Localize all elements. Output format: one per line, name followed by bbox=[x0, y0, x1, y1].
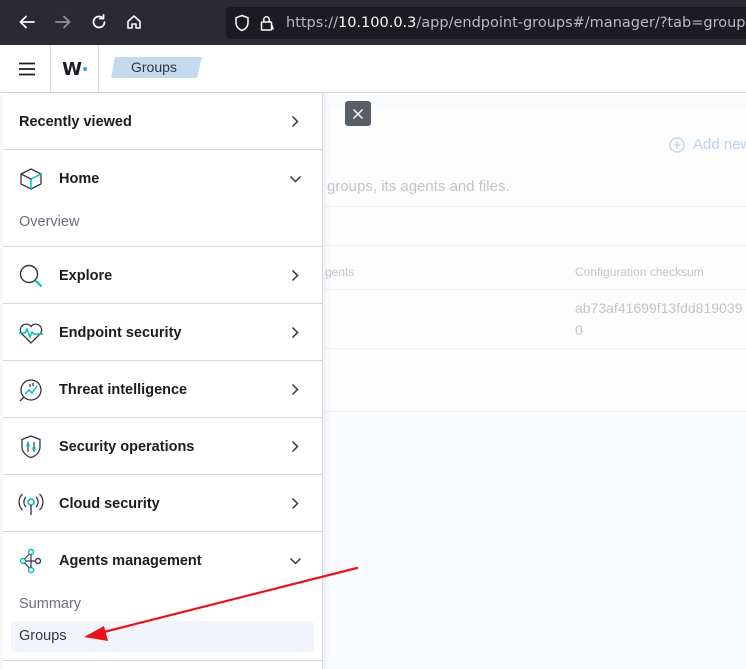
shield-sliders-icon bbox=[17, 433, 45, 461]
chevron-right-icon bbox=[288, 383, 302, 397]
shield-icon bbox=[235, 14, 249, 32]
nav-item-threat-intelligence[interactable]: Threat intelligence bbox=[3, 361, 322, 418]
nav-item-security-operations[interactable]: Security operations bbox=[3, 418, 322, 475]
close-nav-button[interactable] bbox=[345, 101, 371, 126]
add-new-button[interactable]: Add new bbox=[669, 136, 746, 153]
agents-network-icon bbox=[17, 547, 45, 575]
nav-item-label: Agents management bbox=[59, 552, 202, 569]
nav-subitem-groups[interactable]: Groups bbox=[11, 621, 314, 652]
logo-text: W bbox=[62, 58, 82, 80]
nav-item-recently-viewed[interactable]: Recently viewed bbox=[3, 93, 322, 150]
chevron-right-icon bbox=[288, 115, 302, 129]
nav-item-label: Cloud security bbox=[59, 495, 160, 512]
divider bbox=[322, 289, 746, 290]
hamburger-icon bbox=[18, 62, 35, 76]
groups-panel bbox=[322, 108, 746, 411]
nav-item-endpoint-security[interactable]: Endpoint security bbox=[3, 304, 322, 361]
column-header-checksum: Configuration checksum bbox=[575, 265, 704, 279]
nav-section-cloud-security: Cloud security bbox=[3, 475, 322, 532]
nav-section-security-operations: Security operations bbox=[3, 418, 322, 475]
chevron-right-icon bbox=[288, 326, 302, 340]
nav-flyout: Recently viewed Home Overview Explore En… bbox=[3, 93, 323, 669]
nav-item-label: Endpoint security bbox=[59, 324, 182, 341]
divider bbox=[322, 245, 746, 246]
reload-icon bbox=[92, 14, 106, 29]
nav-item-label: Explore bbox=[59, 267, 113, 284]
chevron-down-icon bbox=[288, 172, 302, 186]
divider bbox=[322, 206, 746, 207]
nav-subitem-overview[interactable]: Overview bbox=[19, 214, 79, 230]
agents-count-value: 0 bbox=[575, 322, 583, 338]
close-icon bbox=[353, 108, 363, 119]
chevron-right-icon bbox=[288, 440, 302, 454]
nav-subitem-label: Groups bbox=[19, 628, 67, 644]
forward-button[interactable] bbox=[50, 9, 76, 35]
url-text: https://10.100.0.3/app/endpoint-groups#/… bbox=[286, 15, 746, 31]
arrow-left-icon bbox=[19, 15, 35, 29]
breadcrumb-label: Groups bbox=[131, 59, 177, 75]
nav-section-threat-intelligence: Threat intelligence bbox=[3, 361, 322, 418]
nav-section-recently-viewed: Recently viewed bbox=[3, 93, 322, 150]
lock-warning-icon bbox=[260, 16, 274, 31]
reload-button[interactable] bbox=[86, 9, 112, 35]
nav-section-agents-management: Agents management Summary Groups bbox=[3, 532, 322, 661]
url-bar[interactable]: https://10.100.0.3/app/endpoint-groups#/… bbox=[226, 7, 746, 39]
url-prefix: https:// bbox=[286, 15, 338, 31]
nav-section-endpoint-security: Endpoint security bbox=[3, 304, 322, 361]
nav-section-home: Home Overview bbox=[3, 150, 322, 247]
heart-pulse-icon bbox=[17, 319, 45, 347]
nav-item-label: Threat intelligence bbox=[59, 381, 188, 398]
url-host: 10.100.0.3 bbox=[337, 15, 417, 31]
url-path: /app/endpoint-groups#/manager/?tab=group… bbox=[416, 15, 746, 31]
nav-item-cloud-security[interactable]: Cloud security bbox=[3, 475, 322, 532]
chevron-right-icon bbox=[288, 269, 302, 283]
search-icon bbox=[17, 262, 45, 290]
browser-toolbar: https://10.100.0.3/app/endpoint-groups#/… bbox=[0, 0, 746, 45]
nav-item-agents-management[interactable]: Agents management bbox=[3, 532, 322, 589]
home-cube-icon bbox=[17, 165, 45, 193]
home-button[interactable] bbox=[121, 9, 147, 35]
home-icon bbox=[127, 15, 141, 29]
column-header-agents: gents bbox=[325, 265, 355, 279]
nav-item-label: Home bbox=[59, 170, 100, 187]
threat-chart-icon bbox=[17, 376, 45, 404]
add-new-label: Add new bbox=[693, 136, 746, 153]
broadcast-icon bbox=[17, 490, 45, 518]
nav-section-explore: Explore bbox=[3, 247, 322, 304]
nav-item-home[interactable]: Home bbox=[3, 150, 322, 207]
arrow-right-icon bbox=[55, 15, 71, 29]
plus-circle-icon bbox=[669, 136, 685, 153]
app-header: W Groups bbox=[0, 45, 746, 93]
page-description: groups, its agents and files. bbox=[327, 178, 510, 195]
nav-item-label: Recently viewed bbox=[19, 113, 132, 130]
menu-toggle-button[interactable] bbox=[3, 45, 51, 93]
divider bbox=[322, 411, 746, 412]
nav-item-explore[interactable]: Explore bbox=[3, 247, 322, 304]
logo-dot bbox=[82, 67, 87, 71]
app-logo[interactable]: W bbox=[51, 45, 99, 93]
nav-item-label: Security operations bbox=[59, 438, 195, 455]
divider bbox=[322, 348, 746, 349]
chevron-right-icon bbox=[288, 497, 302, 511]
back-button[interactable] bbox=[14, 9, 40, 35]
checksum-value: ab73af41699f13fdd819039 bbox=[575, 300, 743, 316]
chevron-down-icon bbox=[288, 554, 302, 568]
nav-subitem-summary[interactable]: Summary bbox=[19, 596, 81, 612]
